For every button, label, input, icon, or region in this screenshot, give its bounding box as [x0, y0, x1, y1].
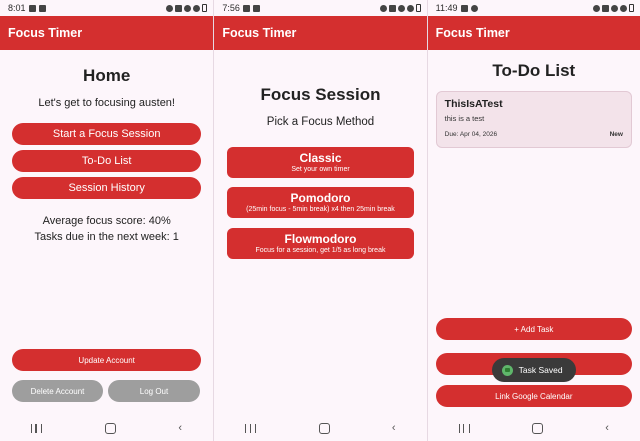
app-title: Focus Timer [8, 26, 83, 40]
status-time: 11:49 [435, 3, 458, 13]
notification-icon [242, 4, 250, 12]
log-out-button[interactable]: Log Out [108, 380, 200, 402]
nav-home-icon[interactable] [318, 422, 330, 434]
link-google-calendar-button[interactable]: Link Google Calendar [435, 385, 632, 407]
mute-icon [601, 4, 609, 12]
add-task-button[interactable]: + Add Task [435, 318, 632, 340]
task-due-date: Due: Apr 04, 2026 [444, 131, 498, 138]
page-title: Home [83, 66, 131, 85]
focus-session-screen: 7:56 Focus Timer Focus Session Pick a Fo… [213, 0, 427, 441]
update-account-button[interactable]: Update Account [12, 349, 202, 371]
battery-icon [415, 4, 421, 12]
notification-icon [38, 4, 46, 12]
nav-bar: ‹ [428, 415, 640, 441]
alarm-icon [166, 4, 174, 12]
app-title: Focus Timer [435, 26, 510, 40]
nav-bar: ‹ [0, 415, 213, 441]
nav-back-icon[interactable]: ‹ [392, 422, 396, 434]
notification-icon [252, 4, 260, 12]
tasks-due-text: Tasks due in the next week: 1 [34, 231, 179, 243]
app-bar: Focus Timer [0, 16, 214, 50]
status-bar-icons [592, 4, 634, 12]
method-description: Focus for a session, get 1/5 as long bre… [255, 246, 386, 254]
nav-home-icon[interactable] [104, 422, 116, 434]
nav-home-icon[interactable] [531, 422, 543, 434]
alarm-icon [379, 4, 387, 12]
notification-icon [28, 4, 36, 12]
task-status-badge: New [609, 131, 623, 138]
status-bar-icons [166, 4, 208, 12]
start-focus-session-button[interactable]: Start a Focus Session [12, 123, 202, 145]
toast-message: Task Saved [518, 365, 563, 375]
flowmodoro-method-button[interactable]: Flowmodoro Focus for a session, get 1/5 … [227, 228, 414, 259]
notification-icon [470, 4, 478, 12]
method-description: Set your own timer [291, 165, 350, 173]
toast-app-icon [501, 364, 513, 376]
focus-score-text: Average focus score: 40% [42, 215, 171, 227]
app-bar: Focus Timer [214, 16, 427, 50]
method-title: Flowmodoro [284, 231, 357, 246]
page-title: To-Do List [492, 61, 576, 80]
nav-bar: ‹ [214, 415, 426, 441]
status-bar: 11:49 [427, 0, 640, 16]
status-time: 8:01 [8, 3, 26, 13]
classic-method-button[interactable]: Classic Set your own timer [227, 147, 414, 178]
wifi-icon [610, 4, 618, 12]
task-title: ThisIsATest [444, 98, 503, 110]
alarm-icon [592, 4, 600, 12]
status-bar-icons [379, 4, 421, 12]
todo-list-button[interactable]: To-Do List [12, 150, 202, 172]
status-bar: 7:56 [214, 0, 427, 16]
notification-icon [460, 4, 468, 12]
mute-icon [175, 4, 183, 12]
battery-icon [202, 4, 208, 12]
task-card[interactable]: ThisIsATest this is a test Due: Apr 04, … [435, 91, 632, 148]
dnd-icon [619, 4, 627, 12]
wifi-icon [397, 4, 405, 12]
app-title: Focus Timer [222, 26, 297, 40]
task-description: this is a test [444, 114, 485, 123]
method-title: Pomodoro [290, 190, 351, 205]
nav-recents-icon[interactable] [458, 423, 470, 433]
wifi-icon [184, 4, 192, 12]
nav-recents-icon[interactable] [245, 423, 257, 433]
dnd-icon [406, 4, 414, 12]
pomodoro-method-button[interactable]: Pomodoro (25min focus - 5min break) x4 t… [227, 187, 414, 218]
page-title: Focus Session [260, 85, 381, 104]
app-bar: Focus Timer [427, 16, 640, 50]
status-time: 7:56 [222, 3, 240, 13]
nav-recents-icon[interactable] [31, 423, 43, 433]
status-bar: 8:01 [0, 0, 214, 16]
nav-back-icon[interactable]: ‹ [178, 422, 182, 434]
session-history-button[interactable]: Session History [12, 177, 202, 199]
greeting-text: Let's get to focusing austen! [38, 97, 175, 109]
nav-back-icon[interactable]: ‹ [605, 422, 609, 434]
battery-icon [628, 4, 634, 12]
home-screen: 8:01 Focus Timer Home Let's get to focus… [0, 0, 214, 441]
mute-icon [388, 4, 396, 12]
method-title: Classic [299, 150, 342, 165]
todo-list-screen: 11:49 Focus Timer To-Do List ThisIsATest… [426, 0, 640, 441]
method-prompt: Pick a Focus Method [266, 116, 375, 128]
method-description: (25min focus - 5min break) x4 then 25min… [246, 205, 395, 213]
task-saved-toast: Task Saved [491, 358, 576, 382]
dnd-icon [193, 4, 201, 12]
delete-account-button[interactable]: Delete Account [12, 380, 103, 402]
